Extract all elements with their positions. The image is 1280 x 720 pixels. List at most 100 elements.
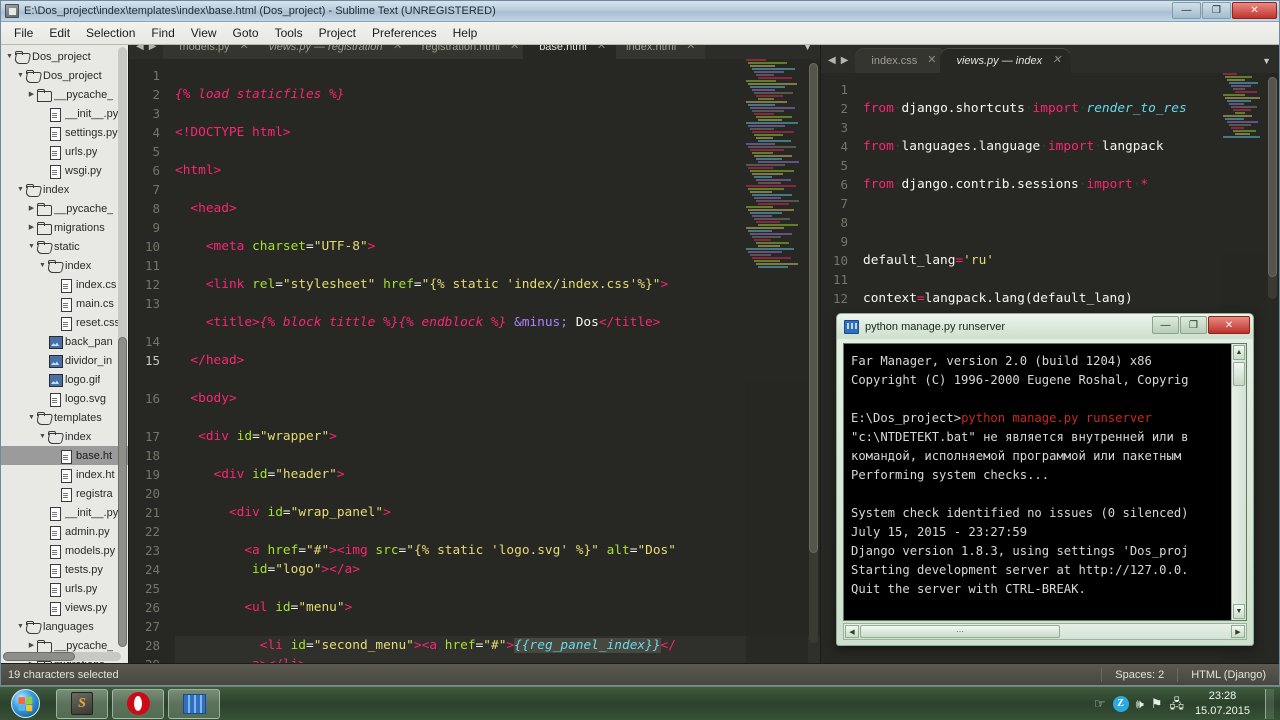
sidebar-tree-item[interactable]: · views.py — [1, 598, 128, 617]
sidebar-tree-item[interactable]: ▶ migrations — [1, 218, 128, 237]
close-button[interactable]: ✕ — [1232, 2, 1277, 19]
indent-status[interactable]: Spaces: 2 — [1101, 667, 1177, 682]
sidebar-tree-item[interactable]: · __init__.py — [1, 503, 128, 522]
console-hscroll-thumb[interactable]: ⋯ — [860, 625, 1060, 638]
sidebar-tree-item[interactable]: · reset.css — [1, 313, 128, 332]
chevron-right-icon[interactable]: ▶ — [26, 218, 37, 237]
scroll-right-icon[interactable]: ▶ — [1231, 625, 1245, 638]
menu-item-preferences[interactable]: Preferences — [364, 24, 445, 42]
code-editor-left[interactable]: 1 2 3 4 5 6 7 8 9 10 11 12 13 14 15 16 17 18 19 20 21 22 23 24 2… — [129, 59, 820, 663]
sidebar-hscroll-thumb[interactable] — [3, 652, 75, 661]
console-minimize-button[interactable]: — — [1152, 316, 1179, 334]
tab-index-css[interactable]: index.css ✕ — [855, 48, 947, 73]
sidebar-tree-item[interactable]: · wsgi.py — [1, 161, 128, 180]
tab-registration-html[interactable]: registration.html ✕ — [405, 45, 530, 60]
close-icon[interactable]: ✕ — [927, 55, 936, 66]
close-icon[interactable]: ✕ — [597, 45, 606, 52]
tray-zoom-icon[interactable]: Z — [1112, 695, 1129, 712]
sidebar-tree-item[interactable]: · admin.py — [1, 522, 128, 541]
close-icon[interactable]: ✕ — [686, 45, 695, 52]
scroll-left-icon[interactable]: ◀ — [845, 625, 859, 638]
taskbar-clock[interactable]: 23:28 15.07.2015 — [1191, 689, 1254, 719]
sidebar-horizontal-scrollbar[interactable] — [3, 652, 121, 661]
taskbar-item-console[interactable] — [168, 688, 220, 719]
sidebar-tree-item[interactable]: · index.cs — [1, 275, 128, 294]
tab-overflow-menu-icon[interactable]: ▼ — [795, 45, 820, 59]
tab-nav-next-icon[interactable]: ▶ — [149, 45, 157, 52]
tray-volume-icon[interactable]: 🕪 — [1136, 697, 1144, 710]
chevron-down-icon[interactable]: ▼ — [15, 180, 26, 199]
tab-nav-prev-icon[interactable]: ◀ — [136, 45, 144, 52]
tab-models-py[interactable]: models.py ✕ — [163, 45, 259, 60]
sidebar-tree-item[interactable]: · tests.py — [1, 560, 128, 579]
menu-item-edit[interactable]: Edit — [41, 24, 78, 42]
chevron-down-icon[interactable]: ▼ — [26, 408, 37, 427]
chevron-down-icon[interactable]: ▼ — [26, 237, 37, 256]
minimap-left[interactable] — [746, 59, 808, 663]
sidebar-tree-item[interactable]: ▼ templates — [1, 408, 128, 427]
chevron-right-icon[interactable]: ▶ — [26, 199, 37, 218]
sidebar-tree-item[interactable]: · base.ht — [1, 446, 128, 465]
sidebar-tree-item[interactable]: ▶ __pycache_ — [1, 199, 128, 218]
chevron-right-icon[interactable]: ▶ — [26, 85, 37, 104]
syntax-status[interactable]: HTML (Django) — [1177, 667, 1279, 682]
sidebar-tree-item[interactable]: ▼ index — [1, 256, 128, 275]
tab-nav-right[interactable]: ◀ ▶ — [821, 56, 855, 73]
sidebar-tree-item[interactable]: ▼ index — [1, 427, 128, 446]
menu-item-tools[interactable]: Tools — [267, 24, 311, 42]
scroll-up-icon[interactable]: ▲ — [1233, 345, 1245, 360]
sidebar-tree-item[interactable]: ▼ Dos_project — [1, 66, 128, 85]
console-restore-button[interactable]: ❐ — [1180, 316, 1207, 334]
sidebar-tree-item[interactable]: · registra — [1, 484, 128, 503]
console-close-button[interactable]: ✕ — [1208, 316, 1250, 334]
chevron-down-icon[interactable]: ▼ — [37, 427, 48, 446]
taskbar-item-sublime-text[interactable]: S — [56, 688, 108, 719]
sidebar-tree-item[interactable]: ▶ __pycache_ — [1, 85, 128, 104]
start-button[interactable] — [2, 688, 48, 720]
sidebar-vertical-scrollbar[interactable] — [118, 47, 127, 647]
close-icon[interactable]: ✕ — [1052, 55, 1061, 66]
menu-item-file[interactable]: File — [6, 24, 41, 42]
console-window[interactable]: python manage.py runserver — ❐ ✕ Far Man… — [836, 313, 1254, 646]
chevron-down-icon[interactable]: ▼ — [15, 617, 26, 636]
tab-base-html[interactable]: base.html ✕ — [523, 45, 617, 60]
chevron-down-icon[interactable]: ▼ — [37, 256, 48, 275]
tab-nav-prev-icon[interactable]: ◀ — [828, 56, 836, 66]
console-vscroll-thumb[interactable] — [1233, 362, 1245, 386]
tray-flag-icon[interactable]: ⚑ — [1151, 697, 1163, 710]
console-horizontal-scrollbar[interactable]: ◀ ⋯ ▶ — [843, 623, 1247, 640]
editor-vscroll-thumb-right[interactable] — [1268, 77, 1277, 277]
editor-vertical-scrollbar-right[interactable] — [1268, 77, 1277, 299]
editor-vertical-scrollbar-left[interactable] — [809, 63, 818, 644]
console-output-area[interactable]: Far Manager, version 2.0 (build 1204) x8… — [843, 343, 1247, 621]
close-icon[interactable]: ✕ — [510, 45, 519, 52]
scroll-down-icon[interactable]: ▼ — [1233, 604, 1245, 619]
close-icon[interactable]: ✕ — [392, 45, 401, 52]
menu-item-project[interactable]: Project — [311, 24, 364, 42]
sidebar-tree-item[interactable]: · urls.py — [1, 579, 128, 598]
sidebar-tree-item[interactable]: · __init__.py — [1, 104, 128, 123]
menu-item-goto[interactable]: Goto — [225, 24, 267, 42]
sidebar-tree-item[interactable]: · index.ht — [1, 465, 128, 484]
editor-vscroll-thumb-left[interactable] — [809, 63, 818, 554]
sidebar-tree-item[interactable]: · logo.gif — [1, 370, 128, 389]
close-icon[interactable]: ✕ — [240, 45, 249, 52]
sidebar-tree-item[interactable]: ▼ Dos_project — [1, 47, 128, 66]
sidebar-tree-item[interactable]: ▼ languages — [1, 617, 128, 636]
show-desktop-button[interactable] — [1265, 688, 1274, 719]
sidebar-vscroll-thumb[interactable] — [118, 337, 127, 647]
sidebar-tree-item[interactable]: · back_pan — [1, 332, 128, 351]
tray-hand-icon[interactable]: ☞ — [1094, 697, 1106, 710]
restore-button[interactable]: ❐ — [1202, 2, 1231, 19]
menu-item-help[interactable]: Help — [445, 24, 486, 42]
tab-overflow-menu-icon[interactable]: ▼ — [1254, 56, 1279, 73]
sidebar-tree-item[interactable]: · main.cs — [1, 294, 128, 313]
menu-item-view[interactable]: View — [183, 24, 225, 42]
minimize-button[interactable]: — — [1172, 2, 1201, 19]
sidebar-tree-item[interactable]: · logo.svg — [1, 389, 128, 408]
taskbar-item-opera[interactable] — [112, 688, 164, 719]
chevron-down-icon[interactable]: ▼ — [4, 47, 15, 66]
sidebar-tree-item[interactable]: ▼ static — [1, 237, 128, 256]
sidebar-file-tree[interactable]: ▼ Dos_project ▼ Dos_project ▶ __pycache_ · __in… — [1, 45, 129, 663]
tab-nav-left[interactable]: ◀ ▶ — [129, 45, 163, 59]
